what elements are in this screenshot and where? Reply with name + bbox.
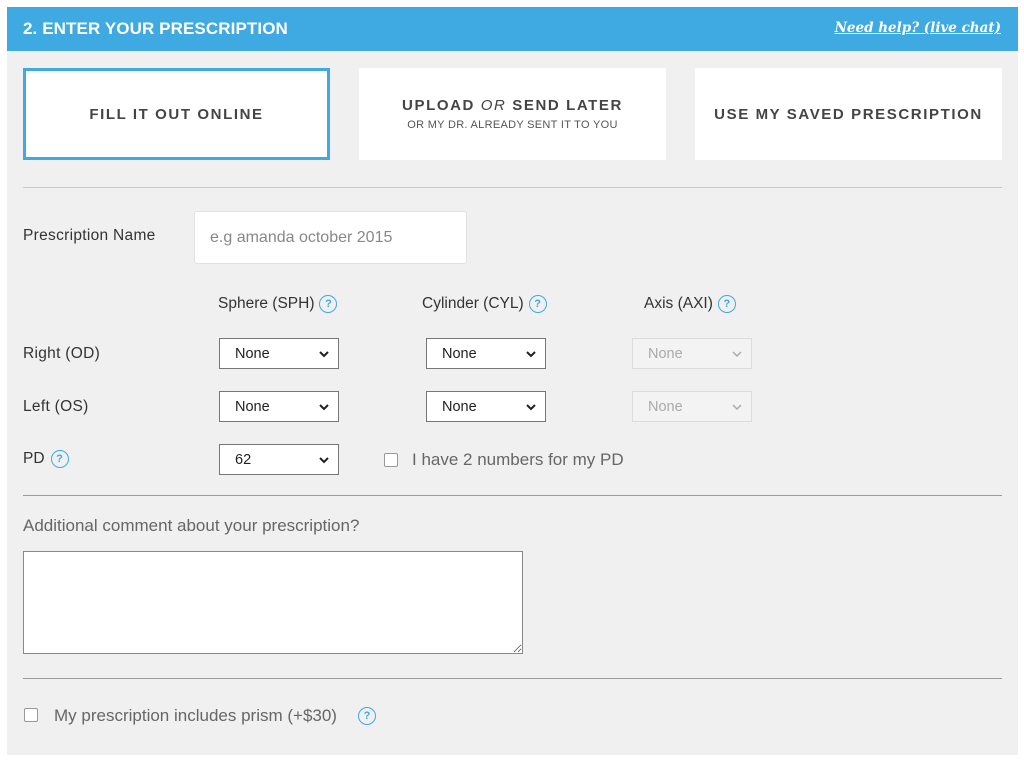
select-value: None	[648, 345, 683, 362]
left-axis-select: None	[632, 391, 752, 422]
section-title: 2. ENTER YOUR PRESCRIPTION	[23, 19, 288, 38]
divider	[23, 678, 1002, 679]
chevron-down-icon	[319, 403, 329, 410]
option-upload-or: OR	[480, 97, 507, 114]
sphere-label: Sphere (SPH)	[218, 295, 315, 312]
right-axis-select: None	[632, 338, 752, 369]
chevron-down-icon	[732, 350, 742, 357]
option-upload-part2: SEND LATER	[512, 97, 623, 114]
select-value: None	[235, 398, 270, 415]
option-saved-prescription[interactable]: USE MY SAVED PRESCRIPTION	[695, 68, 1002, 160]
select-value: None	[235, 345, 270, 362]
option-fill-online[interactable]: FILL IT OUT ONLINE	[23, 68, 330, 160]
option-upload-part1: UPLOAD	[402, 97, 475, 114]
select-value: None	[442, 398, 477, 415]
help-icon[interactable]: ?	[717, 295, 736, 313]
comment-label: Additional comment about your prescripti…	[23, 516, 360, 535]
help-icon[interactable]: ?	[319, 295, 338, 313]
option-upload-later[interactable]: UPLOAD OR SEND LATER OR MY DR. ALREADY S…	[359, 68, 666, 160]
two-pd-numbers-label[interactable]: I have 2 numbers for my PD	[412, 450, 624, 470]
divider	[23, 495, 1002, 496]
chevron-down-icon	[526, 350, 536, 357]
left-eye-label: Left (OS)	[23, 398, 89, 415]
select-value: None	[648, 398, 683, 415]
option-saved-label: USE MY SAVED PRESCRIPTION	[714, 105, 983, 123]
option-upload-sublabel: OR MY DR. ALREADY SENT IT TO YOU	[407, 119, 618, 131]
two-pd-numbers-checkbox[interactable]	[384, 453, 398, 467]
help-icon[interactable]: ?	[358, 707, 376, 725]
cylinder-label: Cylinder (CYL)	[422, 295, 524, 312]
divider	[23, 187, 1002, 188]
axis-column-header: Axis (AXI) ?	[644, 295, 736, 313]
prism-label[interactable]: My prescription includes prism (+$30)	[54, 706, 337, 726]
select-value: None	[442, 345, 477, 362]
pd-select[interactable]: 62	[219, 444, 339, 475]
cylinder-column-header: Cylinder (CYL) ?	[422, 295, 547, 313]
chevron-down-icon	[319, 456, 329, 463]
sphere-column-header: Sphere (SPH) ?	[218, 295, 338, 313]
prescription-name-input[interactable]	[194, 211, 467, 264]
pd-label: PD	[23, 450, 45, 467]
axis-label: Axis (AXI)	[644, 295, 713, 312]
option-fill-online-label: FILL IT OUT ONLINE	[89, 105, 264, 123]
prescription-panel: 2. ENTER YOUR PRESCRIPTION Need help? (l…	[7, 7, 1018, 755]
right-cylinder-select[interactable]: None	[426, 338, 546, 369]
right-eye-label: Right (OD)	[23, 345, 101, 362]
chevron-down-icon	[732, 403, 742, 410]
pd-label-group: PD ?	[23, 450, 69, 468]
chevron-down-icon	[526, 403, 536, 410]
right-sphere-select[interactable]: None	[219, 338, 339, 369]
comment-textarea[interactable]	[23, 551, 523, 654]
option-upload-label: UPLOAD OR SEND LATER	[402, 97, 623, 114]
left-cylinder-select[interactable]: None	[426, 391, 546, 422]
live-chat-link[interactable]: Need help? (live chat)	[835, 20, 1001, 36]
prism-checkbox[interactable]	[24, 708, 38, 722]
section-header: 2. ENTER YOUR PRESCRIPTION Need help? (l…	[7, 7, 1018, 51]
help-icon[interactable]: ?	[50, 450, 69, 468]
help-icon[interactable]: ?	[528, 295, 547, 313]
chevron-down-icon	[319, 350, 329, 357]
select-value: 62	[235, 451, 252, 468]
left-sphere-select[interactable]: None	[219, 391, 339, 422]
prescription-name-label: Prescription Name	[23, 227, 156, 244]
